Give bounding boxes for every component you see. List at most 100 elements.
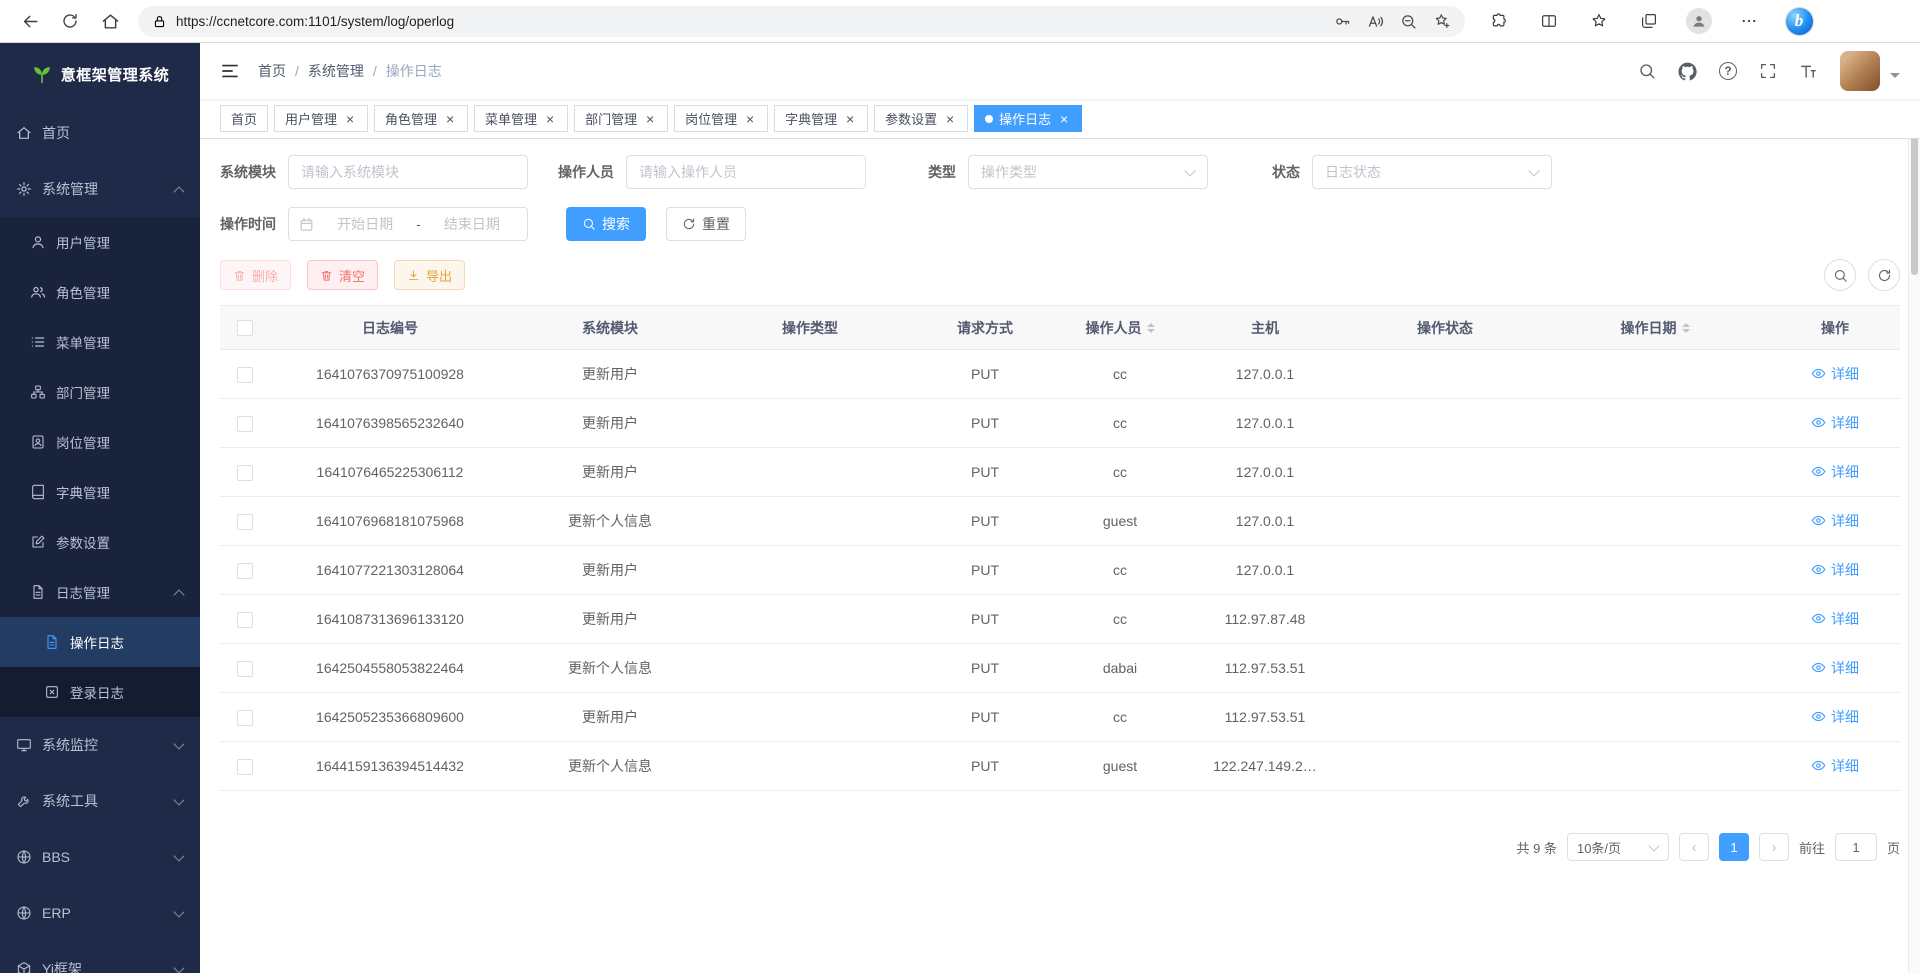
date-end-placeholder[interactable]: 结束日期 [427,214,517,234]
column-header[interactable]: 操作人员 [1060,306,1180,350]
sidebar-item[interactable]: 日志管理 [0,567,200,617]
sidebar-item[interactable]: 登录日志 [0,667,200,717]
date-range-picker[interactable]: 开始日期 - 结束日期 [288,207,528,241]
sidebar-item[interactable]: 系统监控 [0,717,200,773]
sidebar-item[interactable]: 角色管理 [0,267,200,317]
tab-item[interactable]: 用户管理 × [274,105,368,132]
toggle-search-button[interactable] [1824,259,1856,291]
column-header[interactable]: 操作 [1770,306,1900,350]
status-filter-select[interactable]: 日志状态 [1312,155,1552,189]
favorites-icon[interactable] [1581,4,1617,38]
clear-button[interactable]: 清空 [307,260,378,290]
sidebar-item[interactable]: 参数设置 [0,517,200,567]
module-filter-input[interactable] [288,155,528,189]
export-button[interactable]: 导出 [394,260,465,290]
sidebar-item[interactable]: ERP [0,885,200,941]
detail-link[interactable]: 详细 [1811,609,1859,629]
detail-link[interactable]: 详细 [1811,511,1859,531]
row-checkbox[interactable] [237,612,253,628]
column-header[interactable]: 操作日期 [1540,306,1770,350]
operator-filter-input[interactable] [626,155,866,189]
close-icon[interactable]: × [343,112,357,126]
sidebar-item[interactable]: 用户管理 [0,217,200,267]
url-text[interactable]: https://ccnetcore.com:1101/system/log/op… [176,14,1325,29]
next-page-button[interactable]: › [1759,833,1789,861]
page-size-select[interactable]: 10条/页 [1567,833,1669,861]
column-header[interactable]: 系统模块 [510,306,710,350]
browser-refresh-button[interactable] [50,4,90,38]
close-icon[interactable]: × [643,112,657,126]
browser-more-icon[interactable] [1731,4,1767,38]
row-checkbox[interactable] [237,710,253,726]
sort-caret-icon[interactable] [1147,319,1155,337]
sidebar-item[interactable]: 操作日志 [0,617,200,667]
tab-item[interactable]: 岗位管理 × [674,105,768,132]
browser-profile-avatar[interactable] [1681,4,1717,38]
sidebar-item[interactable]: 系统管理 [0,161,200,217]
fullscreen-icon[interactable] [1759,62,1777,80]
password-key-icon[interactable] [1334,13,1351,30]
column-header[interactable]: 操作类型 [710,306,910,350]
github-icon[interactable] [1678,62,1697,81]
type-filter-select[interactable]: 操作类型 [968,155,1208,189]
browser-home-button[interactable] [90,4,130,38]
detail-link[interactable]: 详细 [1811,364,1859,384]
zoom-out-icon[interactable] [1400,13,1417,30]
sidebar-toggle-button[interactable] [220,61,240,81]
avatar-dropdown-caret[interactable] [1890,73,1900,83]
detail-link[interactable]: 详细 [1811,560,1859,580]
extensions-icon[interactable] [1481,4,1517,38]
tab-item[interactable]: 首页 × [220,105,268,132]
sidebar-item[interactable]: Yi框架 [0,941,200,973]
bing-icon[interactable]: b [1781,4,1817,38]
column-header[interactable]: 请求方式 [910,306,1060,350]
column-header[interactable]: 操作状态 [1350,306,1540,350]
row-checkbox[interactable] [237,661,253,677]
detail-link[interactable]: 详细 [1811,658,1859,678]
font-size-icon[interactable] [1799,62,1818,81]
read-aloud-icon[interactable] [1367,13,1384,30]
header-search-icon[interactable] [1638,62,1656,80]
row-checkbox[interactable] [237,465,253,481]
row-checkbox[interactable] [237,416,253,432]
prev-page-button[interactable]: ‹ [1679,833,1709,861]
sidebar-item[interactable]: 岗位管理 [0,417,200,467]
detail-link[interactable]: 详细 [1811,756,1859,776]
close-icon[interactable]: × [743,112,757,126]
tab-item[interactable]: 角色管理 × [374,105,468,132]
help-icon[interactable]: ? [1719,62,1737,80]
tab-item[interactable]: 操作日志 × [974,105,1082,132]
column-header[interactable]: 主机 [1180,306,1350,350]
address-bar[interactable]: https://ccnetcore.com:1101/system/log/op… [138,6,1465,37]
tab-item[interactable]: 菜单管理 × [474,105,568,132]
user-avatar[interactable] [1840,51,1880,91]
reset-button[interactable]: 重置 [666,207,746,241]
close-icon[interactable]: × [443,112,457,126]
sort-caret-icon[interactable] [1682,319,1690,337]
row-checkbox[interactable] [237,367,253,383]
goto-page-input[interactable] [1835,833,1877,861]
sidebar-item[interactable]: BBS [0,829,200,885]
sidebar-item[interactable]: 字典管理 [0,467,200,517]
detail-link[interactable]: 详细 [1811,462,1859,482]
close-icon[interactable]: × [943,112,957,126]
row-checkbox[interactable] [237,514,253,530]
close-icon[interactable]: × [1057,112,1071,126]
page-scrollbar[interactable] [1908,43,1920,973]
breadcrumb-home[interactable]: 首页 [258,61,286,81]
select-all-checkbox[interactable] [237,320,253,336]
tab-item[interactable]: 参数设置 × [874,105,968,132]
add-favorite-icon[interactable] [1433,12,1451,30]
current-page-button[interactable]: 1 [1719,833,1749,861]
sidebar-item[interactable]: 系统工具 [0,773,200,829]
tab-item[interactable]: 部门管理 × [574,105,668,132]
detail-link[interactable]: 详细 [1811,413,1859,433]
delete-button[interactable]: 删除 [220,260,291,290]
date-start-placeholder[interactable]: 开始日期 [320,214,410,234]
row-checkbox[interactable] [237,759,253,775]
row-checkbox[interactable] [237,563,253,579]
close-icon[interactable]: × [543,112,557,126]
collections-icon[interactable] [1631,4,1667,38]
search-button[interactable]: 搜索 [566,207,646,241]
refresh-table-button[interactable] [1868,259,1900,291]
